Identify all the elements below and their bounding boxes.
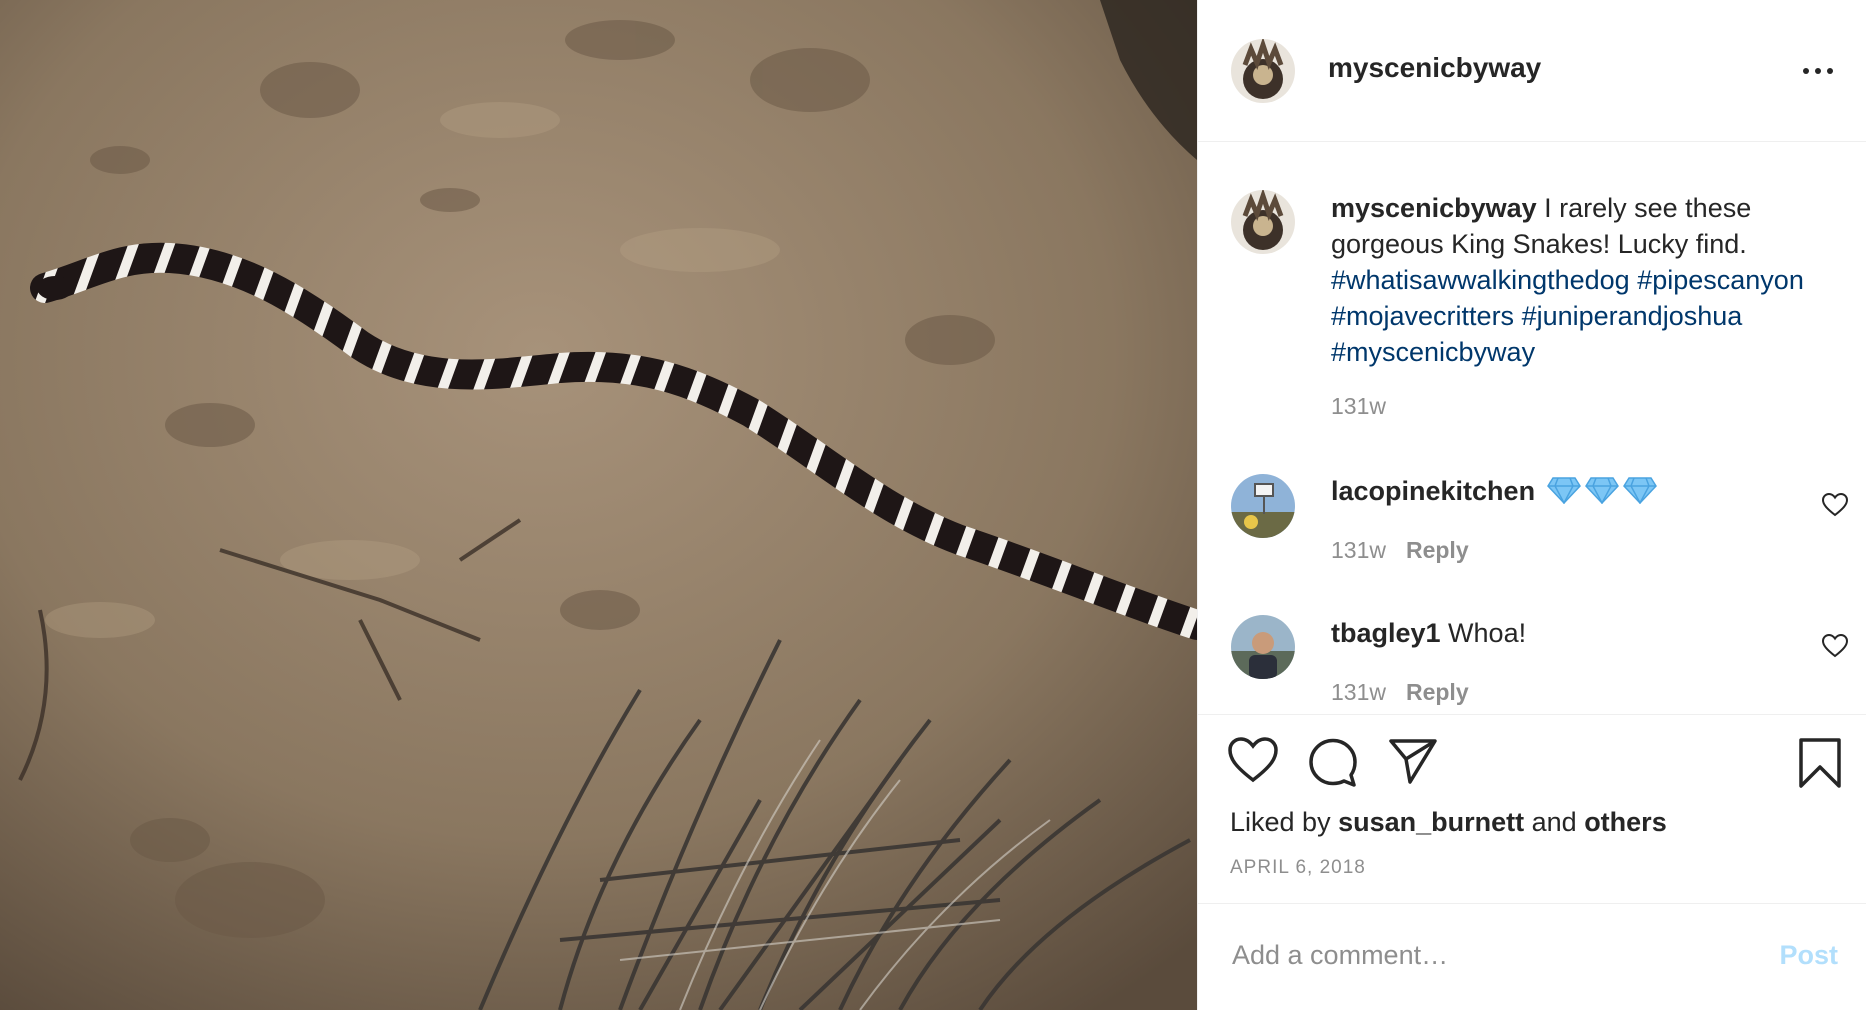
post-sidebar: myscenicbyway myscenicbyway I rarely see…	[1197, 0, 1866, 1010]
ellipsis-icon[interactable]	[1800, 58, 1836, 84]
gem-emoji	[1622, 476, 1657, 505]
author-username[interactable]: myscenicbyway	[1328, 52, 1541, 84]
comment-username[interactable]: tbagley1	[1331, 618, 1441, 648]
comment-input[interactable]	[1230, 934, 1714, 976]
liker-username[interactable]: susan_burnett	[1338, 807, 1524, 837]
comment-icon[interactable]	[1308, 737, 1358, 792]
comment-meta: 131w Reply	[1331, 537, 1469, 564]
caption-timestamp[interactable]: 131w	[1331, 393, 1386, 420]
hashtag[interactable]: #whatisawwalkingthedog	[1331, 265, 1630, 295]
likes-summary: Liked by susan_burnett and others	[1230, 807, 1667, 837]
hashtag[interactable]: #mojavecritters	[1331, 301, 1514, 331]
heart-icon[interactable]	[1821, 492, 1849, 517]
hashtag[interactable]: #myscenicbyway	[1331, 337, 1535, 367]
king-snake-photo	[0, 0, 1197, 1010]
gem-emoji	[1584, 476, 1619, 505]
hashtag[interactable]: #pipescanyon	[1637, 265, 1804, 295]
gem-emoji	[1546, 476, 1581, 505]
comments-area[interactable]: myscenicbyway I rarely see these gorgeou…	[1198, 142, 1866, 714]
caption-text: myscenicbyway I rarely see these gorgeou…	[1331, 190, 1831, 370]
post-comment-button[interactable]: Post	[1779, 940, 1838, 971]
comment-timestamp[interactable]: 131w	[1331, 679, 1386, 705]
caption-username[interactable]: myscenicbyway	[1331, 193, 1537, 223]
likes-others-link[interactable]: others	[1584, 807, 1667, 837]
share-icon[interactable]	[1388, 737, 1438, 790]
bookmark-icon[interactable]	[1798, 737, 1842, 794]
comment-meta: 131w Reply	[1331, 679, 1469, 706]
post-date[interactable]: APRIL 6, 2018	[1230, 857, 1366, 879]
instagram-post: myscenicbyway myscenicbyway I rarely see…	[0, 0, 1866, 1010]
post-actions: Liked by susan_burnett and others APRIL …	[1198, 714, 1866, 904]
comment-text: tbagley1 Whoa!	[1331, 618, 1527, 648]
add-comment-bar: Post	[1198, 903, 1866, 1010]
commenter-avatar[interactable]	[1231, 474, 1295, 538]
comment-timestamp[interactable]: 131w	[1331, 537, 1386, 563]
heart-icon[interactable]	[1821, 633, 1849, 658]
hashtag[interactable]: #juniperandjoshua	[1522, 301, 1743, 331]
heart-icon[interactable]	[1228, 737, 1278, 788]
reply-button[interactable]: Reply	[1406, 679, 1469, 705]
reply-button[interactable]: Reply	[1406, 537, 1469, 563]
caption-avatar[interactable]	[1231, 190, 1295, 254]
post-header: myscenicbyway	[1198, 0, 1866, 142]
commenter-avatar[interactable]	[1231, 615, 1295, 679]
comment-text: lacopinekitchen	[1331, 476, 1657, 507]
post-photo[interactable]	[0, 0, 1197, 1010]
author-avatar[interactable]	[1231, 39, 1295, 103]
comment-username[interactable]: lacopinekitchen	[1331, 476, 1535, 506]
